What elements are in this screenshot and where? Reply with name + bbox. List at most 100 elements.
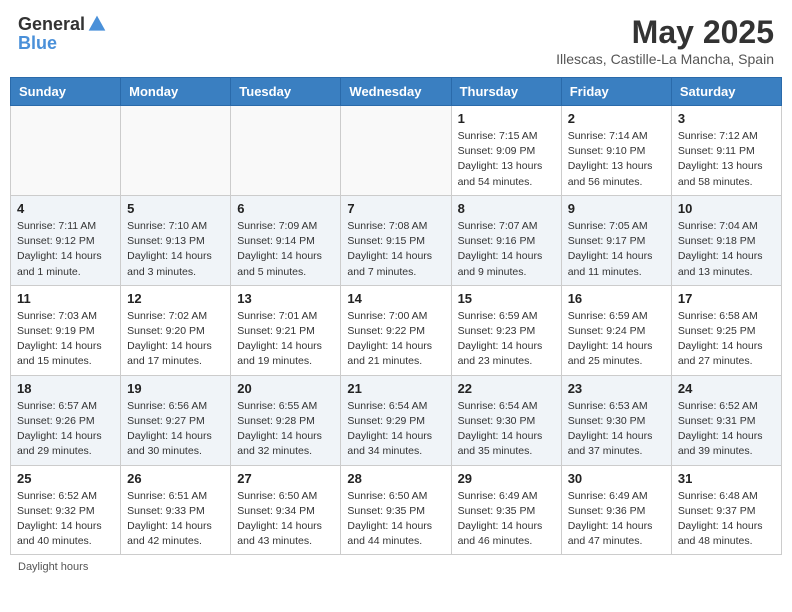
day-number: 24 <box>678 381 775 396</box>
calendar-header-row: SundayMondayTuesdayWednesdayThursdayFrid… <box>11 78 782 106</box>
day-number: 2 <box>568 111 665 126</box>
calendar-cell: 15 Sunrise: 6:59 AM Sunset: 9:23 PM Dayli… <box>451 285 561 375</box>
day-number: 12 <box>127 291 224 306</box>
day-info: Sunrise: 7:14 AM Sunset: 9:10 PM Dayligh… <box>568 129 665 190</box>
calendar-cell: 24 Sunrise: 6:52 AM Sunset: 9:31 PM Dayli… <box>671 375 781 465</box>
day-number: 13 <box>237 291 334 306</box>
calendar-cell: 21 Sunrise: 6:54 AM Sunset: 9:29 PM Dayli… <box>341 375 451 465</box>
day-number: 16 <box>568 291 665 306</box>
day-number: 15 <box>458 291 555 306</box>
calendar-cell <box>11 106 121 196</box>
calendar-cell: 25 Sunrise: 6:52 AM Sunset: 9:32 PM Dayli… <box>11 465 121 555</box>
calendar-cell: 14 Sunrise: 7:00 AM Sunset: 9:22 PM Dayli… <box>341 285 451 375</box>
calendar-day-header: Tuesday <box>231 78 341 106</box>
day-info: Sunrise: 6:48 AM Sunset: 9:37 PM Dayligh… <box>678 489 775 550</box>
day-number: 1 <box>458 111 555 126</box>
day-info: Sunrise: 7:11 AM Sunset: 9:12 PM Dayligh… <box>17 219 114 280</box>
day-info: Sunrise: 7:10 AM Sunset: 9:13 PM Dayligh… <box>127 219 224 280</box>
calendar-week-row: 1 Sunrise: 7:15 AM Sunset: 9:09 PM Daylig… <box>11 106 782 196</box>
day-number: 3 <box>678 111 775 126</box>
legend-text: Daylight hours <box>18 561 88 573</box>
calendar-day-header: Friday <box>561 78 671 106</box>
day-number: 25 <box>17 471 114 486</box>
day-info: Sunrise: 6:54 AM Sunset: 9:30 PM Dayligh… <box>458 399 555 460</box>
day-info: Sunrise: 6:50 AM Sunset: 9:35 PM Dayligh… <box>347 489 444 550</box>
day-number: 9 <box>568 201 665 216</box>
location-subtitle: Illescas, Castille-La Mancha, Spain <box>556 51 774 67</box>
calendar-cell: 5 Sunrise: 7:10 AM Sunset: 9:13 PM Daylig… <box>121 195 231 285</box>
calendar-cell: 19 Sunrise: 6:56 AM Sunset: 9:27 PM Dayli… <box>121 375 231 465</box>
calendar-cell: 4 Sunrise: 7:11 AM Sunset: 9:12 PM Daylig… <box>11 195 121 285</box>
calendar-table: SundayMondayTuesdayWednesdayThursdayFrid… <box>10 77 782 555</box>
day-info: Sunrise: 6:59 AM Sunset: 9:23 PM Dayligh… <box>458 309 555 370</box>
day-number: 26 <box>127 471 224 486</box>
calendar-cell <box>121 106 231 196</box>
calendar-cell: 29 Sunrise: 6:49 AM Sunset: 9:35 PM Dayli… <box>451 465 561 555</box>
day-info: Sunrise: 6:54 AM Sunset: 9:29 PM Dayligh… <box>347 399 444 460</box>
day-info: Sunrise: 7:01 AM Sunset: 9:21 PM Dayligh… <box>237 309 334 370</box>
day-number: 29 <box>458 471 555 486</box>
day-number: 23 <box>568 381 665 396</box>
calendar-cell <box>231 106 341 196</box>
calendar-cell: 22Sunrise: 6:54 AM Sunset: 9:30 PM Dayli… <box>451 375 561 465</box>
calendar-day-header: Thursday <box>451 78 561 106</box>
calendar-cell: 7 Sunrise: 7:08 AM Sunset: 9:15 PM Daylig… <box>341 195 451 285</box>
day-number: 30 <box>568 471 665 486</box>
calendar-cell: 1 Sunrise: 7:15 AM Sunset: 9:09 PM Daylig… <box>451 106 561 196</box>
day-number: 20 <box>237 381 334 396</box>
day-number: 5 <box>127 201 224 216</box>
day-info: Sunrise: 6:56 AM Sunset: 9:27 PM Dayligh… <box>127 399 224 460</box>
calendar-cell: 13 Sunrise: 7:01 AM Sunset: 9:21 PM Dayli… <box>231 285 341 375</box>
calendar-cell: 6Sunrise: 7:09 AM Sunset: 9:14 PM Daylig… <box>231 195 341 285</box>
day-number: 21 <box>347 381 444 396</box>
day-number: 4 <box>17 201 114 216</box>
day-number: 7 <box>347 201 444 216</box>
day-info: Sunrise: 7:03 AM Sunset: 9:19 PM Dayligh… <box>17 309 114 370</box>
day-info: Sunrise: 7:07 AM Sunset: 9:16 PM Dayligh… <box>458 219 555 280</box>
day-info: Sunrise: 6:59 AM Sunset: 9:24 PM Dayligh… <box>568 309 665 370</box>
day-info: Sunrise: 6:50 AM Sunset: 9:34 PM Dayligh… <box>237 489 334 550</box>
day-number: 11 <box>17 291 114 306</box>
calendar-cell: 31Sunrise: 6:48 AM Sunset: 9:37 PM Dayli… <box>671 465 781 555</box>
day-number: 27 <box>237 471 334 486</box>
calendar-week-row: 4 Sunrise: 7:11 AM Sunset: 9:12 PM Daylig… <box>11 195 782 285</box>
day-number: 14 <box>347 291 444 306</box>
month-year-title: May 2025 <box>556 14 774 51</box>
day-number: 19 <box>127 381 224 396</box>
day-number: 8 <box>458 201 555 216</box>
calendar-cell: 27 Sunrise: 6:50 AM Sunset: 9:34 PM Dayli… <box>231 465 341 555</box>
page-header: General Blue May 2025 Illescas, Castille… <box>10 10 782 71</box>
calendar-cell: 26 Sunrise: 6:51 AM Sunset: 9:33 PM Dayli… <box>121 465 231 555</box>
day-number: 10 <box>678 201 775 216</box>
calendar-cell: 12 Sunrise: 7:02 AM Sunset: 9:20 PM Dayli… <box>121 285 231 375</box>
calendar-day-header: Saturday <box>671 78 781 106</box>
day-info: Sunrise: 6:49 AM Sunset: 9:35 PM Dayligh… <box>458 489 555 550</box>
calendar-cell: 18Sunrise: 6:57 AM Sunset: 9:26 PM Dayli… <box>11 375 121 465</box>
logo: General Blue <box>18 14 107 54</box>
day-info: Sunrise: 6:51 AM Sunset: 9:33 PM Dayligh… <box>127 489 224 550</box>
calendar-cell: 8 Sunrise: 7:07 AM Sunset: 9:16 PM Daylig… <box>451 195 561 285</box>
day-info: Sunrise: 7:09 AM Sunset: 9:14 PM Dayligh… <box>237 219 334 280</box>
day-number: 28 <box>347 471 444 486</box>
legend: Daylight hours <box>10 561 782 573</box>
day-info: Sunrise: 7:15 AM Sunset: 9:09 PM Dayligh… <box>458 129 555 190</box>
day-info: Sunrise: 6:55 AM Sunset: 9:28 PM Dayligh… <box>237 399 334 460</box>
day-info: Sunrise: 6:49 AM Sunset: 9:36 PM Dayligh… <box>568 489 665 550</box>
calendar-week-row: 11 Sunrise: 7:03 AM Sunset: 9:19 PM Dayli… <box>11 285 782 375</box>
day-info: Sunrise: 7:00 AM Sunset: 9:22 PM Dayligh… <box>347 309 444 370</box>
day-info: Sunrise: 6:53 AM Sunset: 9:30 PM Dayligh… <box>568 399 665 460</box>
day-info: Sunrise: 7:05 AM Sunset: 9:17 PM Dayligh… <box>568 219 665 280</box>
day-info: Sunrise: 7:08 AM Sunset: 9:15 PM Dayligh… <box>347 219 444 280</box>
calendar-cell: 3Sunrise: 7:12 AM Sunset: 9:11 PM Daylig… <box>671 106 781 196</box>
logo-general: General <box>18 15 85 33</box>
logo-icon <box>87 14 107 34</box>
calendar-cell: 23 Sunrise: 6:53 AM Sunset: 9:30 PM Dayli… <box>561 375 671 465</box>
calendar-cell: 2 Sunrise: 7:14 AM Sunset: 9:10 PM Daylig… <box>561 106 671 196</box>
day-info: Sunrise: 6:52 AM Sunset: 9:32 PM Dayligh… <box>17 489 114 550</box>
calendar-cell: 30 Sunrise: 6:49 AM Sunset: 9:36 PM Dayli… <box>561 465 671 555</box>
day-info: Sunrise: 7:02 AM Sunset: 9:20 PM Dayligh… <box>127 309 224 370</box>
calendar-day-header: Wednesday <box>341 78 451 106</box>
day-info: Sunrise: 6:57 AM Sunset: 9:26 PM Dayligh… <box>17 399 114 460</box>
calendar-cell <box>341 106 451 196</box>
day-info: Sunrise: 6:52 AM Sunset: 9:31 PM Dayligh… <box>678 399 775 460</box>
